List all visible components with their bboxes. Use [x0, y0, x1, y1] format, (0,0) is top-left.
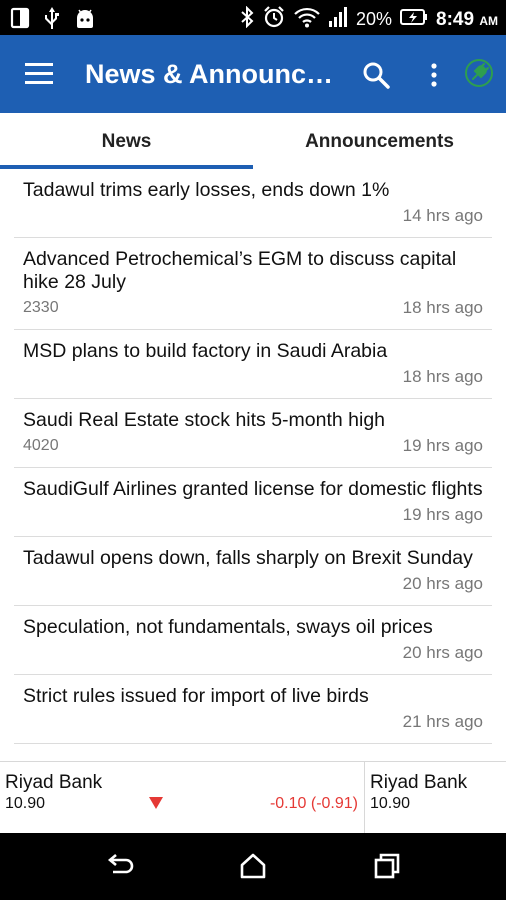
news-item[interactable]: SaudiGulf Airlines granted license for d…: [14, 468, 492, 537]
news-time: 20 hrs ago: [402, 643, 483, 662]
battery-percent: 20%: [355, 9, 393, 29]
news-item[interactable]: MSD plans to build factory in Saudi Arab…: [14, 330, 492, 399]
signal-icon: [328, 6, 348, 33]
screen-icon: [10, 7, 30, 34]
news-meta: 19 hrs ago: [23, 504, 483, 526]
news-list[interactable]: Tadawul trims early losses, ends down 1%…: [0, 169, 506, 761]
clock: 8:49 AM: [436, 9, 498, 31]
news-meta: 18 hrs ago: [23, 366, 483, 388]
tab-bar: News Announcements: [0, 113, 506, 169]
system-nav-bar: [0, 833, 506, 900]
news-meta: 20 hrs ago: [23, 573, 483, 595]
battery-charging-icon: [400, 8, 428, 31]
tab-news[interactable]: News: [0, 113, 253, 169]
news-title: Speculation, not fundamentals, sways oil…: [23, 616, 433, 638]
clock-ampm: AM: [479, 13, 498, 28]
search-icon[interactable]: [362, 61, 390, 89]
down-arrow-icon: [148, 796, 164, 815]
clock-time: 8:49: [436, 8, 475, 30]
page-title: News & Announcements: [85, 59, 340, 89]
ticker-item[interactable]: Riyad Bank 10.90 -0.10 (-0.91): [0, 762, 365, 834]
back-icon[interactable]: [104, 851, 134, 881]
news-meta: 4020 19 hrs ago: [23, 435, 483, 457]
tab-announcements[interactable]: Announcements: [253, 113, 506, 169]
ticker-stock-price: 10.90: [5, 795, 46, 812]
recents-icon[interactable]: [372, 851, 402, 881]
news-time: 19 hrs ago: [402, 436, 483, 455]
news-time: 21 hrs ago: [402, 712, 483, 731]
stock-ticker[interactable]: Riyad Bank 10.90 -0.10 (-0.91) Riyad Ban…: [0, 761, 506, 834]
plug-icon[interactable]: [464, 58, 494, 88]
ticker-next-price: 10.90: [370, 795, 411, 812]
news-symbol: 2330: [23, 299, 59, 316]
news-item[interactable]: Tadawul opens down, falls sharply on Bre…: [14, 537, 492, 606]
menu-icon[interactable]: [25, 63, 53, 85]
ticker-stock-name: Riyad Bank: [5, 772, 103, 793]
news-meta: 21 hrs ago: [23, 711, 483, 733]
more-vert-icon[interactable]: [428, 61, 440, 89]
ticker-stock-change: -0.10 (-0.91): [269, 795, 358, 812]
news-item[interactable]: Advanced Petrochemical’s EGM to discuss …: [14, 238, 492, 330]
news-title: MSD plans to build factory in Saudi Arab…: [23, 340, 388, 362]
news-title: Saudi Real Estate stock hits 5-month hig…: [23, 409, 386, 431]
news-item[interactable]: Strict rules issued for import of live b…: [14, 675, 492, 744]
ticker-next-name: Riyad Bank: [370, 772, 468, 793]
android-icon: [74, 7, 96, 34]
app-bar: News & Announcements: [0, 35, 506, 113]
news-time: 20 hrs ago: [402, 574, 483, 593]
news-meta: 14 hrs ago: [23, 205, 483, 227]
usb-icon: [44, 6, 60, 35]
wifi-icon: [294, 6, 320, 33]
status-icons-left: [10, 6, 96, 35]
bluetooth-icon: [240, 5, 254, 33]
news-meta: 20 hrs ago: [23, 642, 483, 664]
news-symbol: 4020: [23, 437, 59, 454]
status-icons-right: 20% 8:49 AM: [240, 5, 498, 34]
news-meta: 2330 18 hrs ago: [23, 297, 483, 319]
news-time: 18 hrs ago: [402, 298, 483, 317]
news-time: 14 hrs ago: [402, 206, 483, 225]
alarm-icon: [262, 5, 286, 34]
news-title: Strict rules issued for import of live b…: [23, 685, 369, 707]
news-title: SaudiGulf Airlines granted license for d…: [23, 478, 483, 500]
status-bar: 20% 8:49 AM: [0, 0, 506, 35]
news-title: Tadawul trims early losses, ends down 1%: [23, 179, 390, 201]
news-title: Tadawul opens down, falls sharply on Bre…: [23, 547, 473, 569]
news-time: 18 hrs ago: [402, 367, 483, 386]
home-icon[interactable]: [238, 851, 268, 881]
news-item[interactable]: Saudi Real Estate stock hits 5-month hig…: [14, 399, 492, 468]
news-time: 19 hrs ago: [402, 505, 483, 524]
news-item[interactable]: Tadawul trims early losses, ends down 1%…: [14, 169, 492, 238]
news-item[interactable]: Speculation, not fundamentals, sways oil…: [14, 606, 492, 675]
news-title: Advanced Petrochemical’s EGM to discuss …: [23, 248, 457, 293]
